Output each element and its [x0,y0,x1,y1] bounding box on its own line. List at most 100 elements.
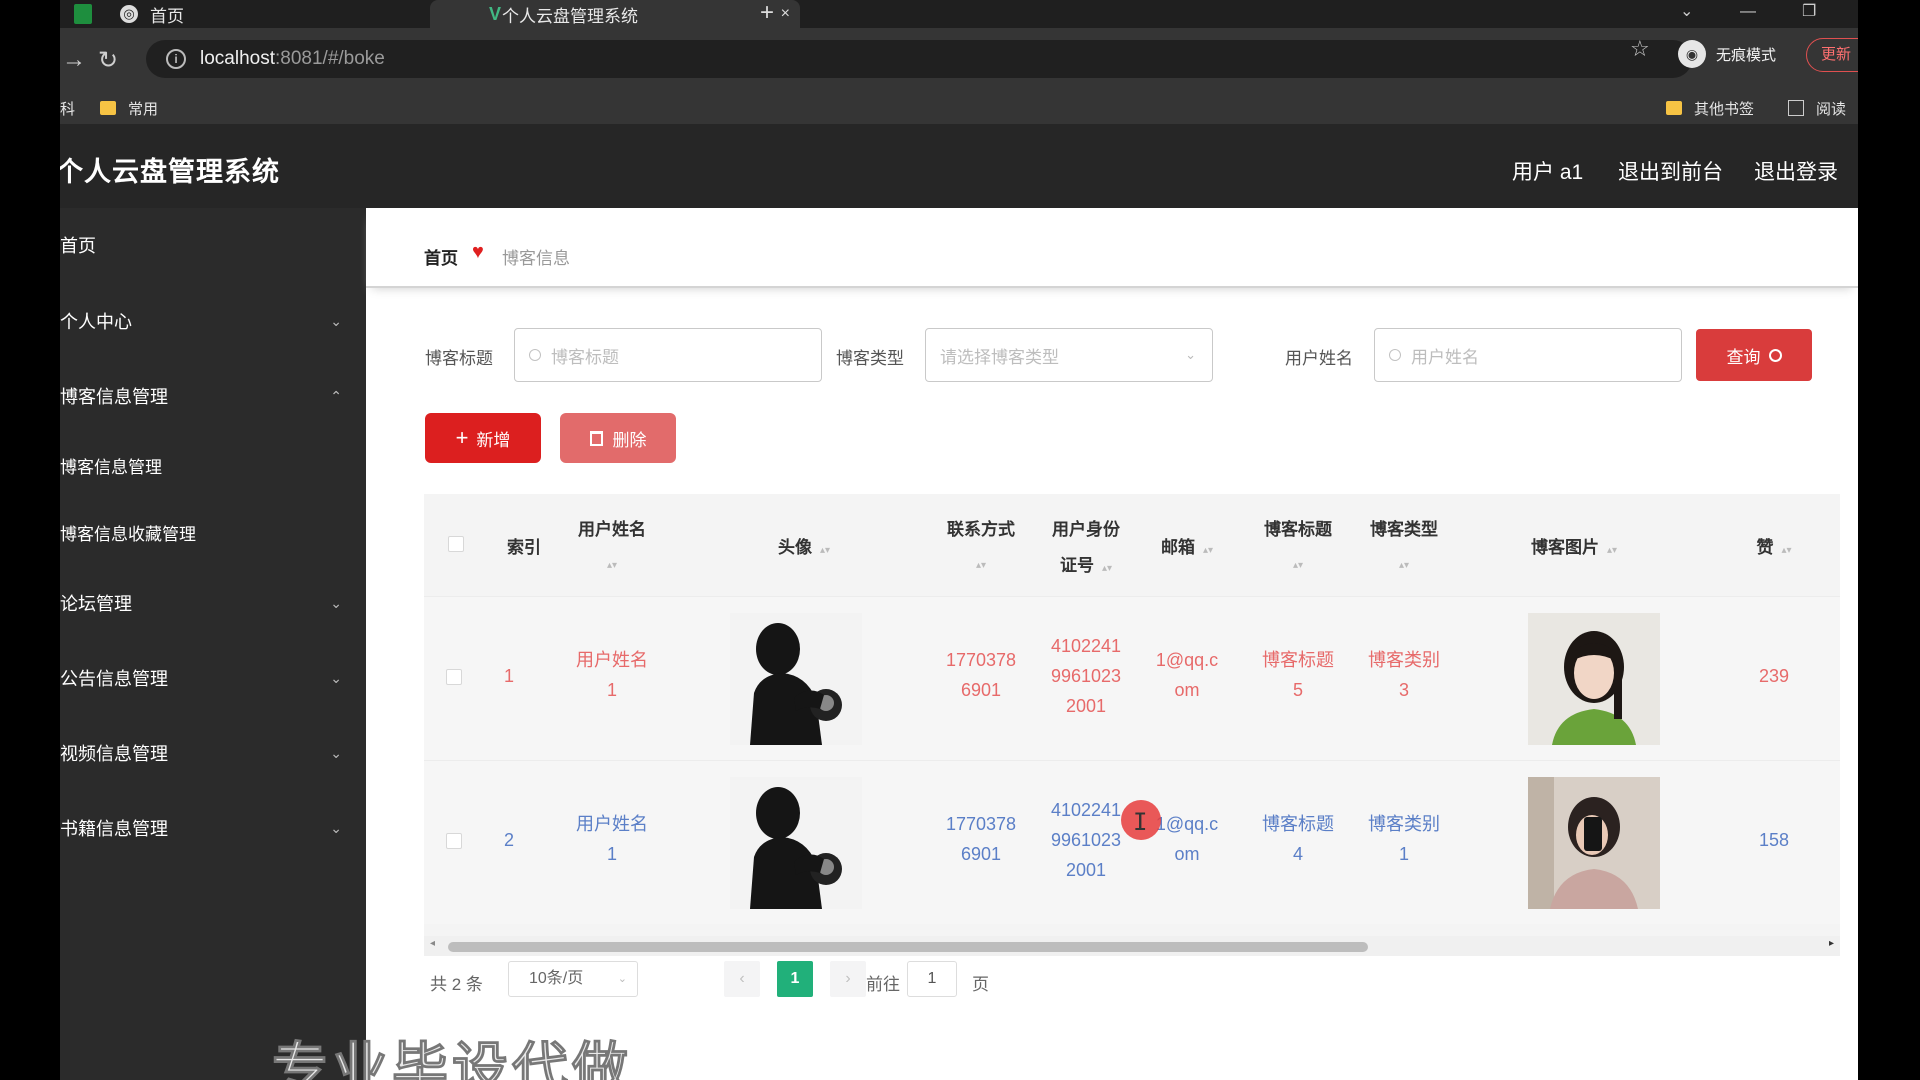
cell-line: 5 [1292,680,1303,700]
sidebar-item-blog-group[interactable]: 博客信息管理 ⌃ [60,376,366,416]
cell-line: 博客类别 [1368,814,1440,834]
header-phone[interactable]: 联系方式 ▴▾ [936,512,1026,584]
incognito-label: 无痕模式 [1716,46,1777,64]
browser-toolbar: → ↻ i localhost :8081/#/boke ☆ ◉ 无痕模式 更新 [60,28,1858,92]
incognito-indicator[interactable]: ◉ 无痕模式 [1678,40,1776,68]
sheets-icon[interactable] [74,4,92,24]
minimize-icon[interactable]: — [1740,0,1756,28]
header-id-number[interactable]: 用户身份 证号 ▴▾ [1036,512,1136,587]
row-checkbox[interactable] [446,833,462,849]
query-button[interactable]: 查询 [1696,329,1812,381]
tab-cloud[interactable]: V 个人云盘管理系统 × [430,0,800,28]
add-button[interactable]: + 新增 [425,413,541,463]
filter-type-select[interactable]: 请选择博客类型 ⌄ [925,328,1213,382]
header-label: 邮箱 [1160,538,1195,557]
logout-link[interactable]: 退出登录 [1754,156,1838,186]
cell-line: 2001 [1065,860,1107,880]
sidebar-item-video[interactable]: 视频信息管理 ⌄ [60,733,366,773]
header-email[interactable]: 邮箱 ▴▾ [1142,530,1232,569]
tab-home[interactable]: ◎ 首页 × [100,0,475,28]
select-all-checkbox[interactable] [448,536,464,552]
table-row[interactable]: 1 用户姓名 1 1770378 6901 4102241 9961023 2001 1… [424,596,1840,760]
breadcrumb-home[interactable]: 首页 [424,244,458,269]
forward-icon[interactable]: → [62,46,86,74]
filter-title-input[interactable]: 博客标题 [514,328,822,382]
sidebar-item-label: 书籍信息管理 [60,819,168,839]
bookmark-partial[interactable]: 科 [60,92,75,124]
header-label: 博客标题 [1264,520,1332,539]
page-number-button[interactable]: 1 [777,961,813,997]
prev-page-button[interactable]: ‹ [724,961,760,997]
sort-icon: ▴▾ [606,560,618,571]
header-label: 博客图片 [1530,538,1599,557]
screen: ◎ 首页 × V 个人云盘管理系统 × + ⌄ — ❐ → ↻ i localh… [0,0,1920,1080]
app-title: 个人云盘管理系统 [60,157,280,187]
bookmark-reader[interactable]: 阅读 [1788,92,1846,124]
sidebar-item-notice[interactable]: 公告信息管理 ⌄ [60,658,366,698]
restore-icon[interactable]: ❐ [1802,0,1816,28]
filter-title-placeholder: 博客标题 [551,347,619,367]
cell-blog-title: 博客标题 4 [1248,809,1348,869]
text-cursor-icon: I [1133,808,1148,836]
header-blog-type[interactable]: 博客类型 ▴▾ [1354,512,1454,584]
header-label-2: 证号 ▴▾ [1036,548,1136,587]
row-checkbox[interactable] [446,669,462,685]
sidebar-item-blog[interactable]: 博客信息管理 [60,445,366,485]
user-label[interactable]: 用户 a1 [1512,156,1583,186]
cell-phone: 1770378 6901 [936,645,1026,705]
close-tab-icon[interactable]: × [781,5,790,23]
scrollbar-thumb[interactable] [448,942,1368,952]
cell-user-name[interactable]: 用户姓名 1 [552,809,672,869]
cell-line: 1 [1398,844,1409,864]
address-bar[interactable]: i localhost :8081/#/boke [146,40,1692,78]
vue-icon: V [488,3,501,24]
bookmark-common[interactable]: 常用 [100,92,158,124]
cell-user-name[interactable]: 用户姓名 1 [552,645,672,705]
cell-line: 1@qq.c [1155,650,1219,670]
cell-line: 2001 [1065,696,1107,716]
bookmark-other[interactable]: 其他书签 [1666,92,1754,124]
chevron-down-icon: ⌄ [617,973,627,985]
header-blog-image[interactable]: 博客图片 ▴▾ [1504,530,1644,569]
sidebar-item-blog-fav[interactable]: 博客信息收藏管理 [60,512,366,552]
header-blog-title[interactable]: 博客标题 ▴▾ [1248,512,1348,584]
delete-button[interactable]: 删除 [560,413,676,463]
sidebar-item-home[interactable]: 首页 [60,225,366,265]
update-button[interactable]: 更新 [1806,38,1858,72]
sort-icon: ▴▾ [819,545,831,556]
page-size-select[interactable]: 10条/页 ⌄ [508,961,638,997]
scroll-right-icon[interactable]: ▸ [1829,938,1834,949]
site-info-icon[interactable]: i [166,49,186,69]
page-unit-label: 页 [972,975,989,994]
tab-search-icon[interactable]: ⌄ [1680,0,1693,28]
cell-line: 3 [1398,680,1409,700]
pagination-total: 共 2 条 [430,975,483,994]
add-label: 新增 [476,430,511,450]
reload-icon[interactable]: ↻ [98,46,118,75]
avatar [730,613,862,745]
blog-image [1528,777,1660,909]
header-avatar[interactable]: 头像 ▴▾ [724,530,884,569]
cell-line: 1 [606,680,617,700]
cell-line: 9961023 [1050,830,1122,850]
header-label: 赞 [1756,538,1774,557]
scroll-left-icon[interactable]: ◂ [430,938,435,949]
search-icon [529,349,541,361]
header-likes[interactable]: 赞 ▴▾ [1734,530,1814,569]
header-user-name[interactable]: 用户姓名 ▴▾ [552,512,672,584]
table-row[interactable]: 2 用户姓名 1 1770378 6901 4102241 9961023 2001 1… [424,760,1840,924]
goto-page-input[interactable]: 1 [907,961,957,997]
cell-blog-title: 博客标题 5 [1248,645,1348,705]
avatar [730,777,862,909]
sidebar-item-books[interactable]: 书籍信息管理 ⌄ [60,808,366,848]
new-tab-button[interactable]: + [760,0,774,28]
bookmark-star-icon[interactable]: ☆ [1630,36,1650,62]
to-front-link[interactable]: 退出到前台 [1618,156,1723,186]
filter-type-label: 博客类型 [836,349,904,368]
filter-user-input[interactable]: 用户姓名 [1374,328,1682,382]
mirror-selfie-photo [1528,777,1660,909]
sidebar-item-forum[interactable]: 论坛管理 ⌄ [60,583,366,623]
horizontal-scrollbar[interactable]: ◂ ▸ [424,936,1840,956]
sidebar-item-personal[interactable]: 个人中心 ⌄ [60,301,366,341]
next-page-button[interactable]: › [830,961,866,997]
